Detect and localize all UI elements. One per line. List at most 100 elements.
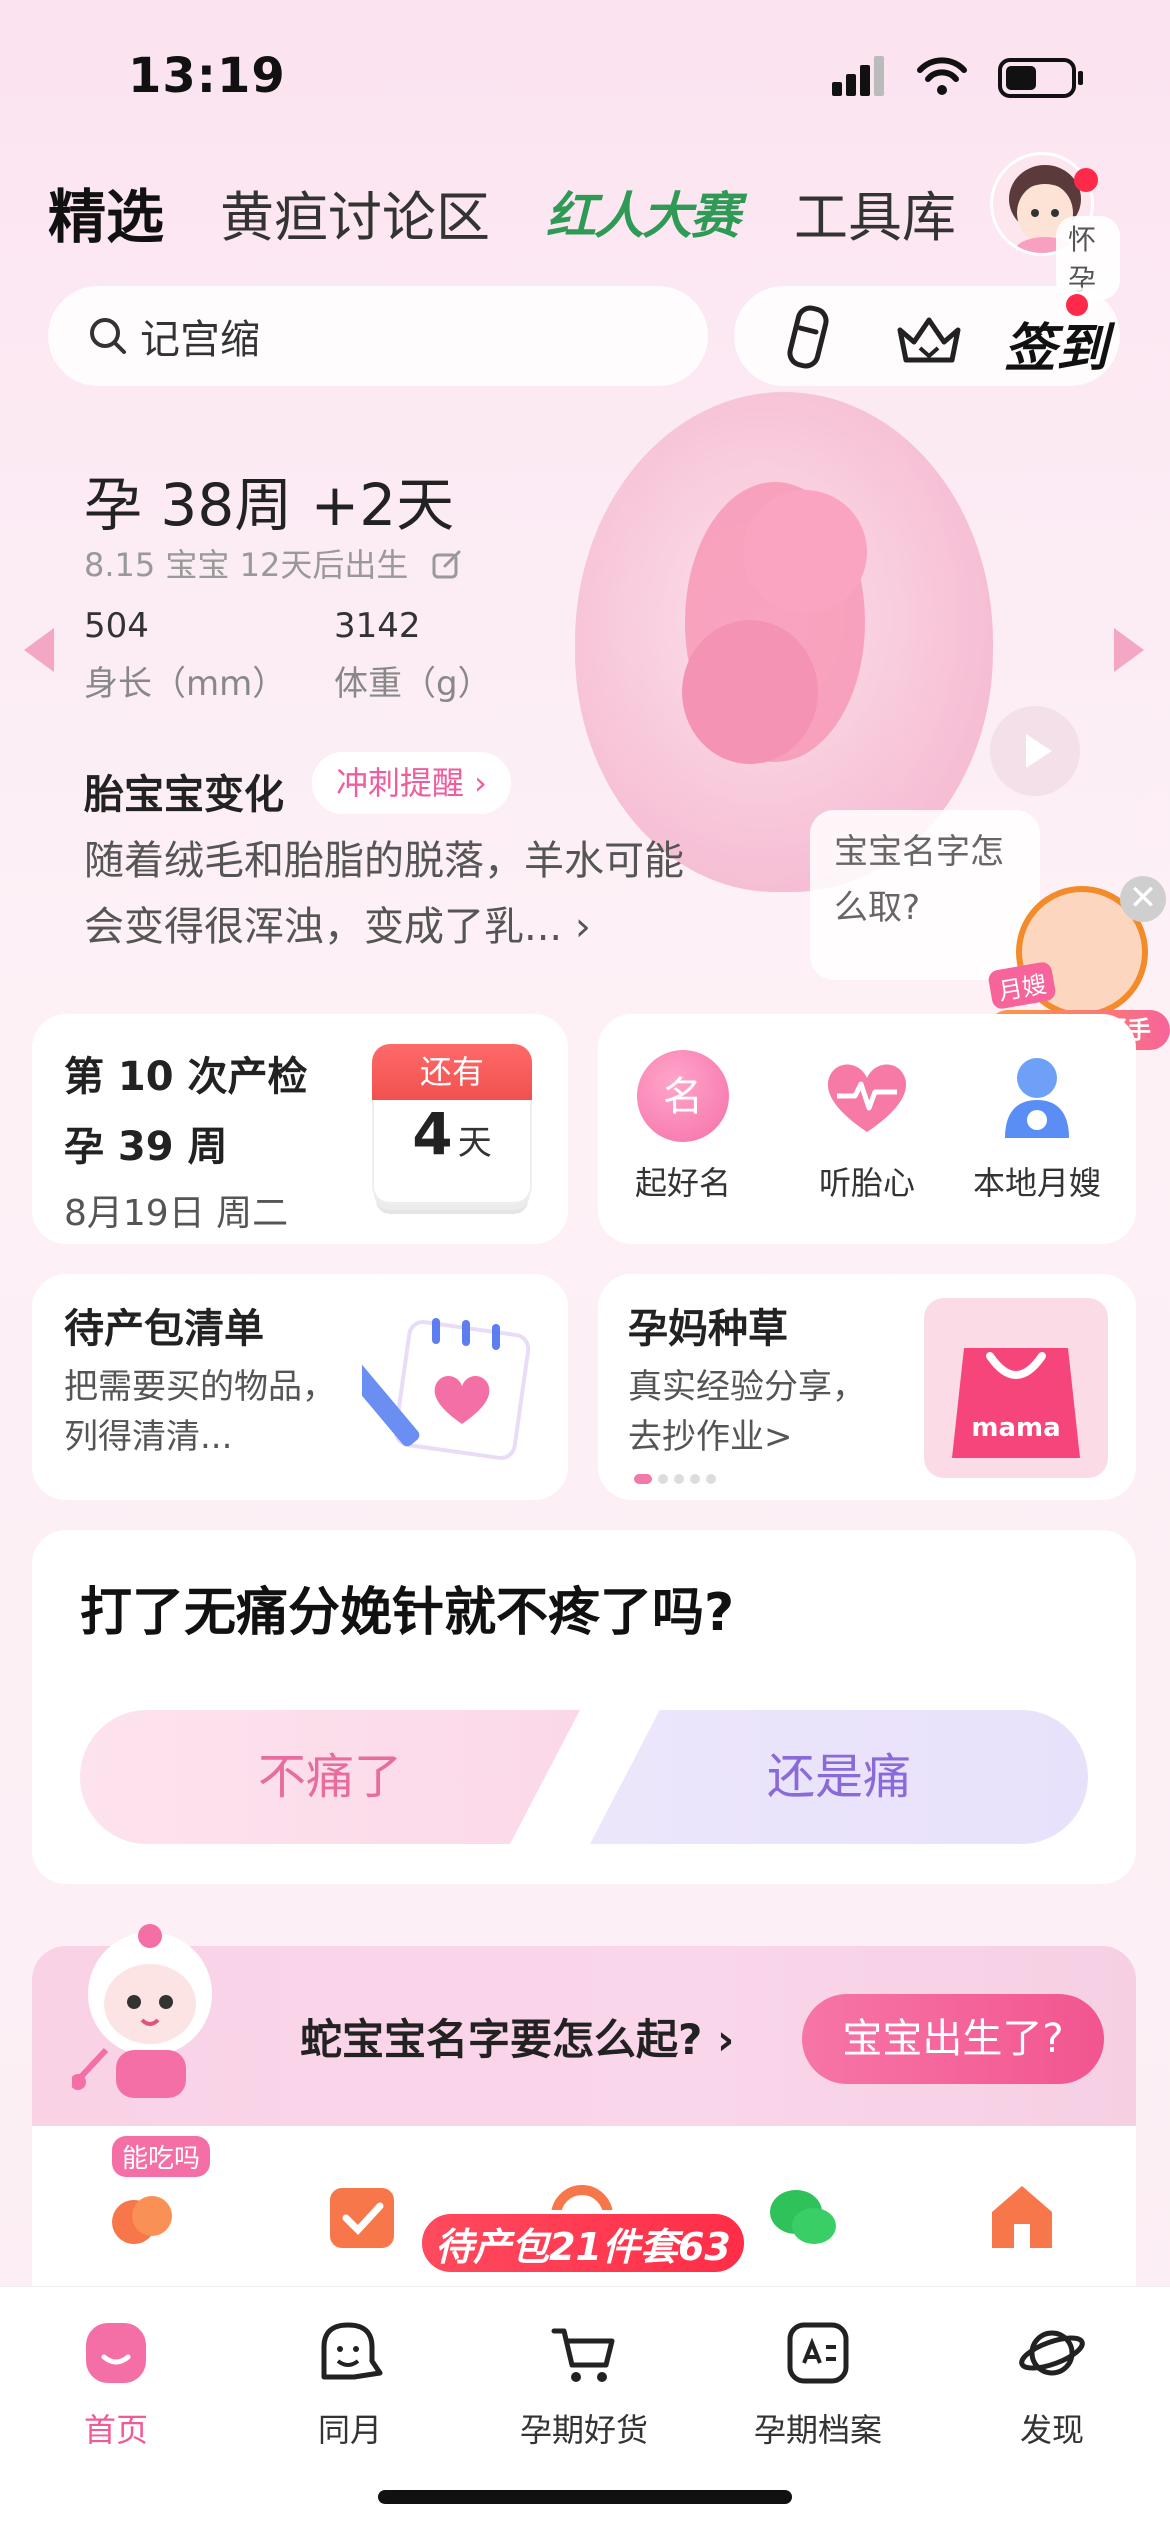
tab-tools[interactable]: 工具库 [794, 173, 956, 252]
can-eat-shortcut[interactable]: 能吃吗 [102, 2136, 211, 2256]
shopping-bag-icon: mama [952, 1348, 1080, 1458]
due-date-text: 8.15 宝宝 12天后出生 [84, 546, 409, 584]
nanny-icon [991, 1050, 1083, 1142]
crown-icon[interactable] [894, 312, 964, 366]
exam-title: 第 10 次产检 [64, 1054, 308, 1100]
profile-avatar[interactable]: 怀孕 [990, 152, 1120, 300]
due-date-info[interactable]: 8.15 宝宝 12天后出生 [84, 540, 463, 586]
mascot-icon [72, 1924, 212, 2098]
calendar-check-icon [330, 2188, 394, 2248]
baby-change-description[interactable]: 随着绒毛和胎脂的脱落，羊水可能会变得很浑浊，变成了乳... › [84, 828, 704, 960]
countdown-unit: 天 [457, 1123, 492, 1163]
checklist-icon [362, 1318, 531, 1460]
pregnancy-week: 孕 38周 +2天 [84, 471, 455, 539]
length-label: 身长（mm） [84, 664, 287, 704]
baby-born-button[interactable]: 宝宝出生了? [802, 1994, 1104, 2084]
home-icon [86, 2323, 146, 2383]
tool-label: 本地月嫂 [972, 1164, 1101, 1202]
home-indicator[interactable] [378, 2490, 792, 2504]
tab-jaundice[interactable]: 黄疸讨论区 [220, 173, 490, 252]
countdown-label: 还有 [372, 1044, 532, 1100]
play-icon[interactable] [990, 706, 1080, 796]
notification-dot [1074, 168, 1098, 192]
poll-option-still-pain[interactable]: 还是痛 [590, 1710, 1088, 1844]
promo-tag[interactable]: 待产包21件套63元 [418, 2210, 748, 2335]
tool-baby-naming[interactable]: 名 起好名 [598, 1050, 768, 1204]
tool-label: 听胎心 [818, 1164, 915, 1202]
tool-local-nanny[interactable]: 本地月嫂 [952, 1050, 1122, 1204]
cart-icon [551, 2328, 615, 2382]
nav-same-month[interactable]: 同月 [250, 2317, 450, 2451]
carousel-dots [634, 1474, 716, 1484]
search-text: 记宫缩 [140, 317, 260, 363]
status-time: 13:19 [128, 48, 286, 104]
prenatal-exam-card[interactable]: 第 10 次产检 孕 39 周 8月19日 周二 还有 4 天 [32, 1014, 568, 1244]
fetal-monitor-icon[interactable] [780, 304, 836, 370]
shopping-bag-image: mama [924, 1298, 1108, 1478]
nav-label: 孕期档案 [753, 2411, 882, 2449]
heartbeat-icon [821, 1050, 913, 1142]
food-icon [112, 2196, 172, 2244]
weight-label: 体重（g） [334, 664, 492, 704]
signal-icon [832, 56, 884, 96]
bag-description: 把需要买的物品，列得清清... [64, 1367, 336, 1457]
hospital-bag-card[interactable]: 待产包清单 把需要买的物品，列得清清... [32, 1274, 568, 1500]
nav-label: 发现 [1019, 2411, 1084, 2449]
wechat-icon [770, 2190, 836, 2244]
tool-fetal-heart[interactable]: 听胎心 [782, 1050, 952, 1204]
recommend-title: 孕妈种草 [628, 1306, 788, 1352]
name-icon: 名 [637, 1050, 729, 1142]
top-tabs: 精选 黄疸讨论区 红人大赛 工具库 [48, 170, 1012, 254]
edit-icon[interactable] [431, 548, 463, 580]
countdown-number: 4 [412, 1100, 453, 1168]
next-week-arrow-icon[interactable] [1114, 628, 1144, 672]
tool-pill: 签到 [734, 286, 1120, 386]
search-bar[interactable]: 记宫缩 [48, 286, 708, 386]
mom-recommendations-card[interactable]: 孕妈种草 真实经验分享，去抄作业> mama [598, 1274, 1136, 1500]
school-icon [992, 2186, 1052, 2248]
recommend-description: 真实经验分享，去抄作业> [628, 1367, 866, 1457]
nav-label: 孕期好货 [519, 2411, 648, 2449]
profile-card-icon [787, 2322, 849, 2384]
wifi-icon [917, 57, 967, 95]
qa-bubble-text: 宝宝名字怎么取? [834, 832, 1004, 928]
poll-card: 打了无痛分娩针就不疼了吗? 不痛了 还是痛 [32, 1530, 1136, 1884]
countdown-body: 4 天 [372, 1100, 532, 1204]
weight-value: 3142 [334, 606, 421, 646]
banner-title: 蛇宝宝名字要怎么起? › [300, 2015, 735, 2064]
school-shortcut[interactable] [982, 2176, 1062, 2256]
community-icon [321, 2322, 383, 2380]
bag-title: 待产包清单 [64, 1306, 264, 1352]
countdown-calendar: 还有 4 天 [372, 1044, 532, 1220]
length-value: 504 [84, 606, 149, 646]
tool-label: 起好名 [634, 1164, 731, 1202]
svg-text:名: 名 [663, 1074, 703, 1120]
baby-name-banner[interactable]: 蛇宝宝名字要怎么起? › 宝宝出生了? [32, 1924, 1136, 2126]
wechat-shortcut[interactable] [762, 2176, 842, 2256]
tab-featured[interactable]: 精选 [48, 170, 164, 254]
nav-goods[interactable]: 孕期好货 [484, 2317, 684, 2451]
checkin-button[interactable]: 签到 [1004, 306, 1108, 381]
tab-influencer-contest[interactable]: 红人大赛 [546, 176, 740, 248]
nav-discover[interactable]: 发现 [952, 2317, 1152, 2451]
previous-week-arrow-icon[interactable] [24, 628, 54, 672]
baby-change-title: 胎宝宝变化 [84, 772, 284, 818]
checkin-dot [1066, 294, 1088, 316]
status-icons [832, 56, 1083, 98]
exam-week: 孕 39 周 [64, 1124, 228, 1170]
can-eat-tag: 能吃吗 [112, 2136, 211, 2177]
close-icon[interactable]: ✕ [1120, 876, 1166, 922]
nav-archive[interactable]: 孕期档案 [718, 2317, 918, 2451]
battery-icon [998, 58, 1083, 98]
search-icon [90, 318, 126, 354]
nav-label: 首页 [83, 2411, 148, 2449]
nav-label: 同月 [317, 2411, 382, 2449]
sprint-reminder-chip[interactable]: 冲刺提醒 › [312, 752, 511, 814]
calendar-shortcut[interactable] [322, 2176, 402, 2256]
quick-tools-card: 名 起好名 听胎心 本地月嫂 [598, 1014, 1136, 1244]
poll-question: 打了无痛分娩针就不疼了吗? [80, 1583, 735, 1643]
nav-home[interactable]: 首页 [16, 2317, 216, 2451]
svg-text:mama: mama [971, 1413, 1060, 1443]
poll-option-no-pain[interactable]: 不痛了 [80, 1710, 580, 1844]
planet-icon [1019, 2330, 1085, 2376]
